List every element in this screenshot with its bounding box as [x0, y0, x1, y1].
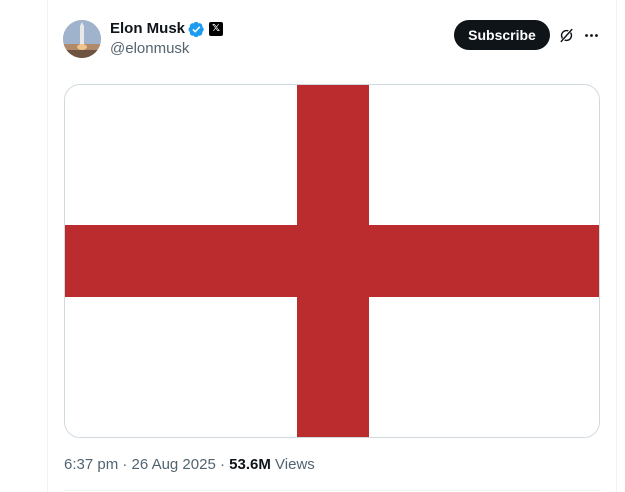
timeline-border-right — [616, 0, 617, 492]
divider — [64, 490, 600, 491]
more-options-icon[interactable] — [583, 27, 600, 44]
grok-icon[interactable] — [558, 27, 575, 44]
post-time[interactable]: 6:37 pm — [64, 456, 118, 473]
england-flag-image — [65, 85, 599, 437]
post-media[interactable] — [64, 84, 600, 438]
post-date[interactable]: 26 Aug 2025 — [132, 456, 216, 473]
views-count[interactable]: 53.6M — [229, 456, 271, 473]
meta-separator: · — [219, 456, 225, 473]
post-page: Elon Musk 𝕏 @elonmusk Subscribe 6:37 pm … — [0, 0, 625, 492]
views-label: Views — [275, 456, 315, 473]
author-display-name[interactable]: Elon Musk — [110, 20, 185, 38]
avatar[interactable] — [63, 20, 101, 58]
author-name-row[interactable]: Elon Musk 𝕏 — [110, 20, 224, 38]
meta-separator: · — [122, 456, 128, 473]
x-logo-icon: 𝕏 — [209, 22, 224, 36]
post-meta: 6:37 pm · 26 Aug 2025 · 53.6M Views — [64, 456, 315, 474]
avatar-image — [63, 20, 101, 58]
timeline-border-left — [47, 0, 48, 492]
author-handle[interactable]: @elonmusk — [110, 40, 189, 58]
subscribe-button[interactable]: Subscribe — [454, 20, 550, 50]
flag-cross-horizontal — [65, 225, 599, 297]
verified-badge-icon — [188, 21, 204, 37]
